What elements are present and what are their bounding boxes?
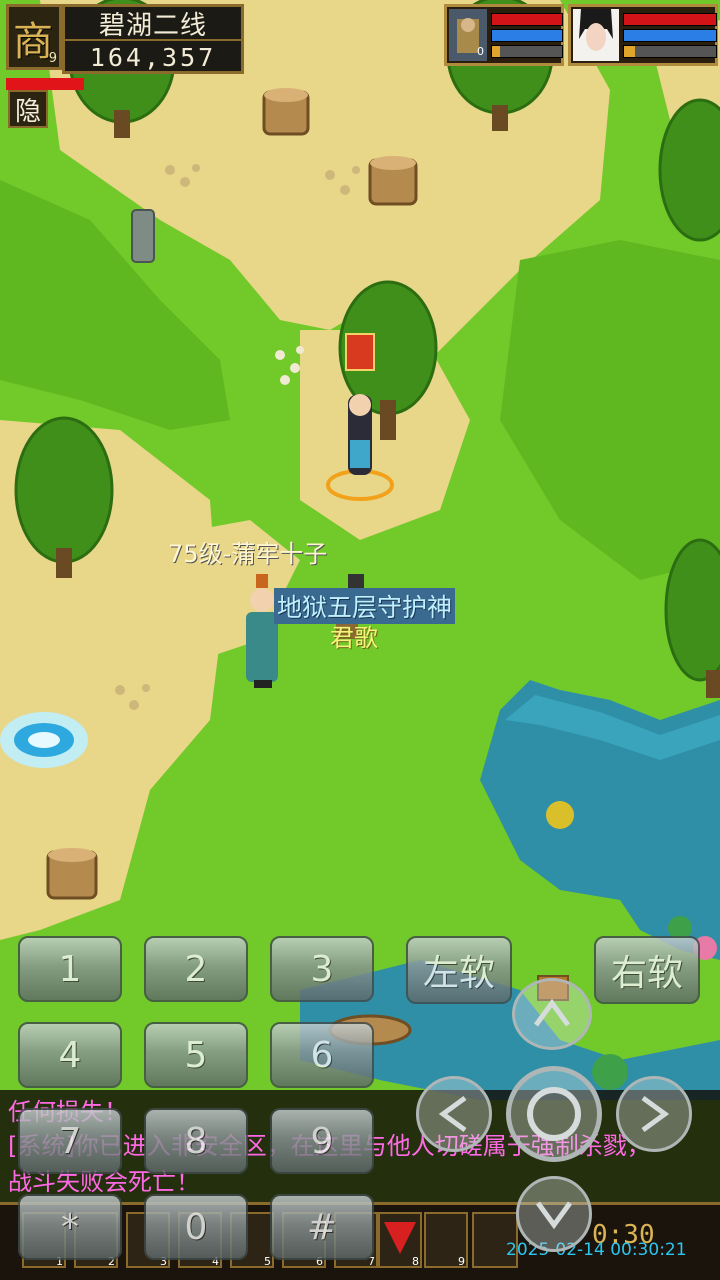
key-8[interactable]: 8: [144, 1108, 248, 1174]
party-1-xp-bar: [491, 45, 563, 58]
skill-slot-9[interactable]: 9: [424, 1212, 468, 1268]
map-name: 碧湖二线: [98, 10, 207, 41]
key-7[interactable]: 7: [18, 1108, 122, 1174]
key-6[interactable]: 6: [270, 1022, 374, 1088]
key-5[interactable]: 5: [144, 1022, 248, 1088]
dpad-right[interactable]: [616, 1076, 692, 1152]
player-info-box: 碧湖二线 164,357: [62, 4, 244, 74]
party-2-xp-bar: [623, 45, 717, 58]
key-4[interactable]: 4: [18, 1022, 122, 1088]
party-2-hp-bar: [623, 13, 717, 26]
party-1-mp-bar: [491, 29, 563, 42]
party-1-hp-bar: [491, 13, 563, 26]
player-hp-bar: [6, 78, 84, 90]
female-avatar-icon: [573, 9, 619, 61]
party-2-mp-bar: [623, 29, 717, 42]
dpad-down[interactable]: [516, 1176, 592, 1252]
key-0[interactable]: 0: [144, 1194, 248, 1260]
key-2[interactable]: 2: [144, 936, 248, 1002]
player-level: 9: [48, 51, 57, 66]
dpad-up[interactable]: [512, 978, 592, 1050]
party-member-1-level: 0: [477, 45, 484, 58]
key-1[interactable]: 1: [18, 936, 122, 1002]
key-hash[interactable]: #: [270, 1194, 374, 1260]
dpad-center[interactable]: [506, 1066, 602, 1162]
party-member-2[interactable]: [568, 4, 718, 66]
money-amount: 164,357: [65, 39, 241, 73]
guard-subtitle-label: 君歌: [330, 624, 378, 652]
player-portrait[interactable]: 商 9: [6, 4, 62, 70]
dpad-left[interactable]: [416, 1076, 492, 1152]
key-9[interactable]: 9: [270, 1108, 374, 1174]
left-soft-key[interactable]: 左软: [406, 936, 512, 1004]
arrow-up-icon: [533, 999, 571, 1027]
key-3[interactable]: 3: [270, 936, 374, 1002]
party-member-1[interactable]: 0: [444, 4, 564, 66]
ring-icon: [527, 1087, 581, 1141]
right-soft-key[interactable]: 右软: [594, 936, 700, 1004]
hide-button[interactable]: 隐: [8, 90, 48, 128]
skill-slot-8[interactable]: 8: [378, 1212, 422, 1268]
npc-name-label[interactable]: 75级-蒲牢十子: [168, 534, 327, 569]
arrow-left-icon: [439, 1095, 467, 1133]
key-star[interactable]: *: [18, 1194, 122, 1260]
arrow-right-icon: [641, 1095, 669, 1133]
portrait-glyph: 商: [13, 19, 53, 65]
arrow-down-icon: [535, 1201, 573, 1229]
